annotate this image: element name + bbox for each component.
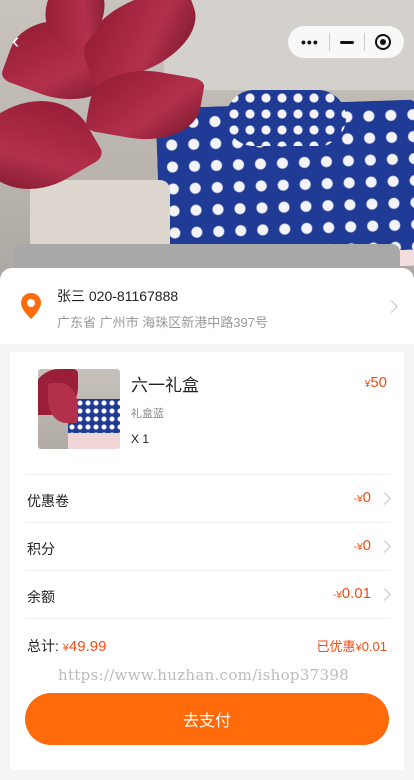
product-thumbnail [38, 369, 120, 449]
divider [25, 618, 389, 619]
points-row[interactable]: 积分 -¥0 [25, 522, 391, 570]
location-pin-icon [21, 293, 41, 319]
coupon-label: 优惠卷 [27, 493, 69, 509]
chevron-right-icon [385, 300, 398, 313]
order-card: 六一礼盒 礼盒蓝 X 1 ¥50 优惠卷 -¥0 积分 -¥0 余额 -¥0.0… [10, 352, 404, 770]
discount-summary: 已优惠¥0.01 [316, 639, 387, 654]
points-value: -¥0 [353, 537, 371, 554]
order-total: 总计: ¥49.99 [27, 636, 106, 656]
total-amount: ¥49.99 [62, 638, 107, 655]
recipient-phone: 020-81167888 [88, 288, 179, 304]
product-title: 六一礼盒 [131, 376, 199, 395]
address-card[interactable]: 张三 020-81167888 广东省 广州市 海珠区新港中路397号 [0, 268, 414, 344]
address-detail: 广东省 广州市 海珠区新港中路397号 [57, 315, 268, 330]
balance-value: -¥0.01 [332, 585, 371, 602]
chevron-right-icon [378, 588, 391, 601]
total-label: 总计: [27, 638, 59, 654]
pay-button[interactable]: 去支付 [25, 693, 389, 745]
close-circle-icon[interactable] [374, 34, 391, 50]
balance-row[interactable]: 余额 -¥0.01 [25, 570, 391, 618]
chevron-right-icon [378, 492, 391, 505]
points-label: 积分 [27, 541, 55, 557]
product-quantity: X 1 [131, 432, 150, 446]
recipient-line: 张三 020-81167888 [57, 286, 178, 306]
recipient-name: 张三 [57, 288, 85, 304]
back-icon[interactable]: ‹ [12, 30, 34, 52]
product-variant: 礼盒蓝 [131, 408, 164, 420]
mini-program-capsule: ••• [288, 26, 404, 58]
watermark-text: https://www.huzhan.com/ishop37398 [58, 666, 350, 684]
product-price: ¥50 [364, 374, 387, 391]
balance-label: 余额 [27, 589, 55, 605]
coupon-value: -¥0 [353, 489, 371, 506]
minimize-icon[interactable] [339, 40, 354, 44]
chevron-right-icon [378, 540, 391, 553]
more-icon[interactable]: ••• [301, 34, 319, 50]
coupon-row[interactable]: 优惠卷 -¥0 [25, 474, 391, 522]
